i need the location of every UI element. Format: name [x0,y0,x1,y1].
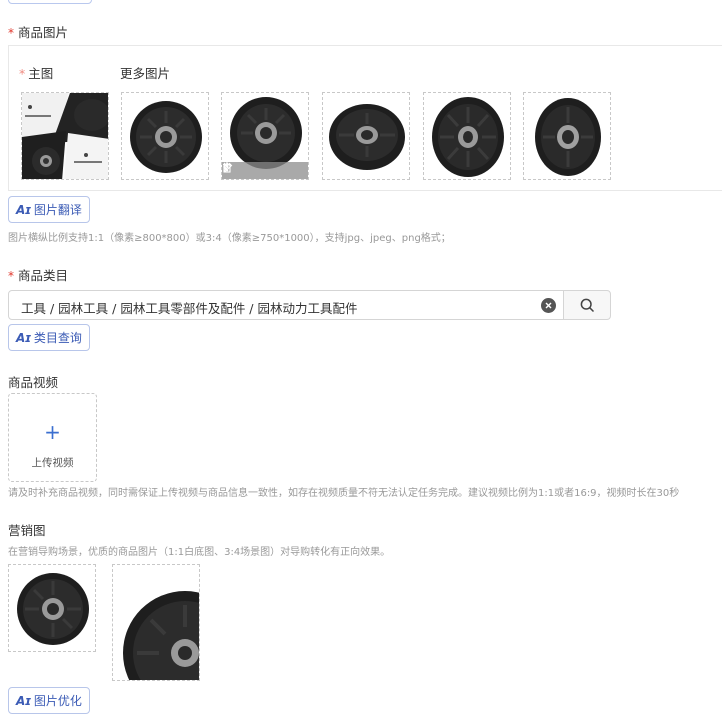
video-upload-box[interactable]: + 上传视频 [8,393,97,482]
plus-icon: + [44,420,61,444]
upload-video-label: 上传视频 [31,457,74,469]
video-hint: 请及时补充商品视频，同时需保证上传视频与商品信息一致性，如存在视频质量不符无法认… [8,488,680,499]
main-image-thumbnail[interactable] [21,92,109,180]
main-image-collage [22,93,108,179]
category-query-button[interactable]: Aɪ 类目查询 [8,324,90,351]
product-images-panel: * 主图 更多图片 [8,45,722,191]
more-image-thumbnail[interactable] [523,92,611,180]
chevron-right-icon[interactable] [223,162,298,178]
search-icon [580,298,594,312]
pulley-image [432,97,504,177]
ai-icon: Aɪ [16,330,31,345]
pulley-image [130,101,202,173]
pulley-image [329,104,405,170]
previous-section-button-edge [8,0,92,4]
required-mark: * [19,66,26,81]
video-label: 商品视频 [8,375,59,390]
image-format-hint: 图片横纵比例支持1:1（像素≥800*800）或3:4（像素≥750*1000）… [8,233,451,244]
required-mark: * [8,269,14,283]
category-label: * 商品类目 [8,268,69,283]
marketing-hint: 在营销导购场景，优质的商品图片（1:1白底图、3:4场景图）对导购转化有正向效果… [8,547,391,558]
clear-icon[interactable] [541,298,556,313]
marketing-image-portrait[interactable] [112,564,200,681]
pulley-image [535,98,601,176]
chevron-left-icon[interactable] [223,162,246,178]
more-image-thumbnail[interactable] [322,92,410,180]
edit-icon[interactable] [223,162,263,178]
more-images-label: 更多图片 [120,66,171,81]
image-optimize-button[interactable]: Aɪ 图片优化 [8,687,90,714]
category-input[interactable]: 工具 / 园林工具 / 园林工具零部件及配件 / 园林动力工具配件 [8,290,564,320]
marketing-image-label: 营销图 [8,523,46,538]
image-translate-button[interactable]: Aɪ 图片翻译 [8,196,90,223]
more-image-thumbnail[interactable] [121,92,209,180]
image-toolbar [222,162,308,179]
required-mark: * [8,26,14,40]
delete-icon[interactable] [223,162,281,178]
ai-icon: Aɪ [16,202,31,217]
category-search-button[interactable] [563,290,611,320]
pulley-image [113,565,199,680]
more-image-thumbnail[interactable] [423,92,511,180]
category-value: 工具 / 园林工具 / 园林工具零部件及配件 / 园林动力工具配件 [21,301,358,316]
marketing-image-square[interactable] [8,564,96,652]
more-image-thumbnail[interactable] [221,92,309,180]
product-images-label: * 商品图片 [8,25,69,40]
ai-icon: Aɪ [16,693,31,708]
main-image-label: * 主图 [19,66,54,81]
pulley-image [17,573,89,645]
